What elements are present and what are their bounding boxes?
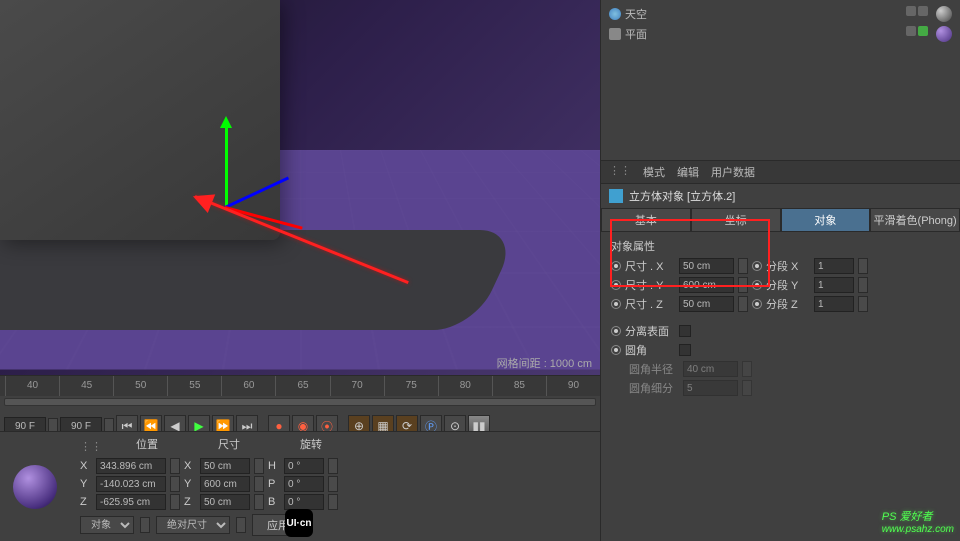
timeline-ruler[interactable]: 40 45 50 55 60 65 70 75 80 85 90: [0, 376, 600, 396]
object-title: 立方体对象 [立方体.2]: [629, 188, 735, 204]
tab-object[interactable]: 对象: [781, 208, 871, 232]
grid-spacing-label: 网格间距 : 1000 cm: [497, 355, 592, 371]
size-z-input[interactable]: [679, 296, 734, 312]
radio-icon[interactable]: [752, 280, 762, 290]
segments-z-input[interactable]: [814, 296, 854, 312]
timeline-scrollbar[interactable]: [4, 398, 596, 406]
radio-icon[interactable]: [752, 261, 762, 271]
tab-basic[interactable]: 基本: [601, 208, 691, 232]
rotation-p-input[interactable]: [284, 476, 324, 492]
timeline: 40 45 50 55 60 65 70 75 80 85 90 ⏮ ⏪ ◀: [0, 375, 600, 431]
radio-icon[interactable]: [611, 299, 621, 309]
rotation-b-input[interactable]: [284, 494, 324, 510]
radio-icon[interactable]: [611, 280, 621, 290]
material-preview[interactable]: [0, 432, 70, 541]
column-rotation-label: 旋转: [300, 436, 322, 452]
attribute-menu: ⋮⋮ 模式 编辑 用户数据: [601, 160, 960, 184]
rotation-h-input[interactable]: [284, 458, 324, 474]
sky-icon: [609, 8, 621, 20]
coordinates-panel: ⋮⋮ 位置 尺寸 旋转 X X H Y: [70, 432, 600, 541]
menu-mode[interactable]: 模式: [643, 164, 665, 180]
tab-phong[interactable]: 平滑着色(Phong): [870, 208, 960, 232]
radio-icon[interactable]: [752, 299, 762, 309]
object-manager: 天空 平面: [601, 0, 960, 160]
size-z-input[interactable]: [200, 494, 250, 510]
visibility-render-icon[interactable]: [918, 6, 928, 16]
position-x-input[interactable]: [96, 458, 166, 474]
radio-icon[interactable]: [611, 326, 621, 336]
size-x-input[interactable]: [679, 258, 734, 274]
section-object-props: 对象属性: [611, 238, 950, 254]
axis-x-label: X: [80, 460, 92, 472]
column-position-label: 位置: [136, 436, 158, 452]
object-row-sky[interactable]: 天空: [605, 4, 956, 24]
axis-y-label: Y: [80, 478, 92, 490]
tab-coord[interactable]: 坐标: [691, 208, 781, 232]
menu-userdata[interactable]: 用户数据: [711, 164, 755, 180]
visibility-editor-icon[interactable]: [906, 6, 916, 16]
size-x-input[interactable]: [200, 458, 250, 474]
axis-z-label: Z: [80, 496, 92, 508]
fillet-sub-input: [683, 380, 738, 396]
segments-x-input[interactable]: [814, 258, 854, 274]
ui-logo-icon: UI·cn: [285, 509, 313, 537]
cube-object-icon: [609, 189, 623, 203]
material-tag-icon[interactable]: [936, 26, 952, 42]
visibility-editor-icon[interactable]: [906, 26, 916, 36]
size-y-input[interactable]: [200, 476, 250, 492]
column-size-label: 尺寸: [218, 436, 240, 452]
size-y-input[interactable]: [679, 277, 734, 293]
position-y-input[interactable]: [96, 476, 166, 492]
radio-icon[interactable]: [611, 345, 621, 355]
fillet-checkbox[interactable]: [679, 344, 691, 356]
separate-surface-checkbox[interactable]: [679, 325, 691, 337]
material-tag-icon[interactable]: [936, 6, 952, 22]
plane-icon: [609, 28, 621, 40]
position-z-input[interactable]: [96, 494, 166, 510]
object-row-plane[interactable]: 平面: [605, 24, 956, 44]
segments-y-input[interactable]: [814, 277, 854, 293]
menu-edit[interactable]: 编辑: [677, 164, 699, 180]
material-ball-icon: [13, 465, 57, 509]
fillet-radius-input: [683, 361, 738, 377]
coord-mode-select[interactable]: 对象: [80, 516, 134, 534]
radio-icon[interactable]: [611, 261, 621, 271]
visibility-render-icon[interactable]: [918, 26, 928, 36]
size-mode-select[interactable]: 绝对尺寸: [156, 516, 230, 534]
viewport[interactable]: 网格间距 : 1000 cm: [0, 0, 600, 375]
